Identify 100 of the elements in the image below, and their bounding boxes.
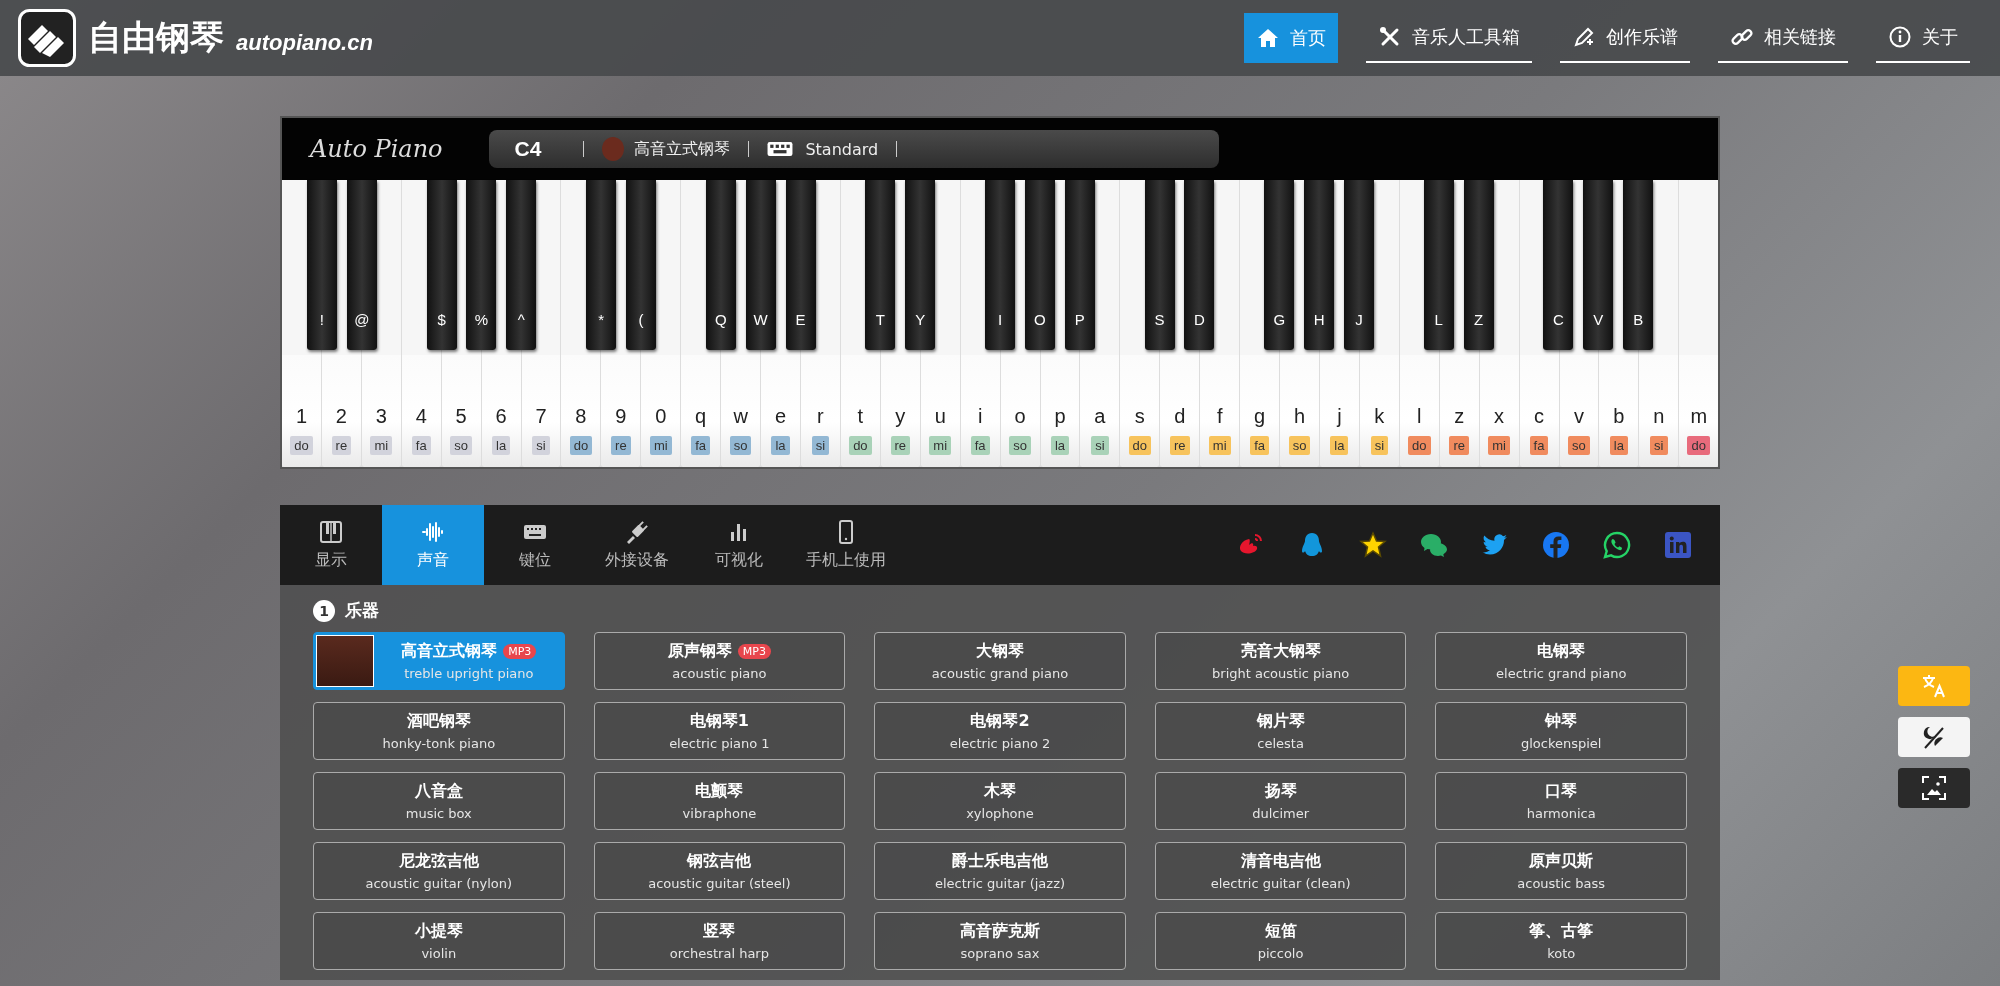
natural-key[interactable]: o so bbox=[1000, 355, 1040, 467]
sharp-key[interactable]: D bbox=[1184, 180, 1215, 350]
natural-key[interactable]: b la bbox=[1599, 355, 1639, 467]
natural-key[interactable]: 8 do bbox=[561, 355, 601, 467]
natural-key[interactable]: r si bbox=[801, 355, 840, 467]
tab[interactable]: 键位 bbox=[484, 505, 586, 585]
instrument-option[interactable]: 大钢琴 acoustic grand piano bbox=[874, 632, 1126, 690]
natural-key[interactable]: 9 re bbox=[601, 355, 641, 467]
natural-key[interactable]: u mi bbox=[920, 355, 960, 467]
sharp-key[interactable]: L bbox=[1423, 180, 1454, 350]
instrument-option[interactable]: 高音萨克斯 soprano sax bbox=[874, 912, 1126, 970]
sharp-key[interactable]: O bbox=[1024, 180, 1055, 350]
natural-key[interactable]: k si bbox=[1359, 355, 1399, 467]
instrument-option[interactable]: 钢片琴 celesta bbox=[1154, 702, 1407, 760]
instrument-option[interactable]: 酒吧钢琴 honky-tonk piano bbox=[313, 702, 565, 760]
sharp-key[interactable]: $ bbox=[426, 180, 457, 350]
instrument-option[interactable]: 短笛 piccolo bbox=[1154, 912, 1407, 970]
instrument-option[interactable]: 八音盒 music box bbox=[313, 772, 565, 830]
nav-link[interactable]: 音乐人工具箱 bbox=[1366, 13, 1532, 63]
sharp-key[interactable]: T bbox=[865, 180, 896, 350]
sharp-key[interactable]: Z bbox=[1463, 180, 1494, 350]
sharp-key[interactable]: C bbox=[1543, 180, 1574, 350]
sharp-key[interactable]: Y bbox=[905, 180, 936, 350]
natural-key[interactable]: y re bbox=[880, 355, 920, 467]
natural-key[interactable]: f mi bbox=[1200, 355, 1240, 467]
star-icon[interactable] bbox=[1359, 531, 1387, 559]
tab[interactable]: 手机上使用 bbox=[790, 505, 902, 585]
chat-bubbles-icon[interactable] bbox=[1420, 531, 1448, 559]
natural-key[interactable]: 2 re bbox=[321, 355, 361, 467]
natural-key[interactable]: j la bbox=[1319, 355, 1359, 467]
natural-key[interactable]: 6 la bbox=[481, 355, 521, 467]
natural-key[interactable]: c fa bbox=[1519, 355, 1559, 467]
natural-key[interactable]: 5 so bbox=[441, 355, 481, 467]
sharp-key[interactable]: V bbox=[1583, 180, 1614, 350]
natural-key[interactable]: x mi bbox=[1479, 355, 1519, 467]
instrument-option[interactable]: 电钢琴2 electric piano 2 bbox=[874, 702, 1126, 760]
instrument-option[interactable]: 爵士乐电吉他 electric guitar (jazz) bbox=[874, 842, 1126, 900]
instrument-option[interactable]: 钟琴 glockenspiel bbox=[1435, 702, 1687, 760]
instrument-option[interactable]: 原声贝斯 acoustic bass bbox=[1435, 842, 1687, 900]
natural-key[interactable]: m do bbox=[1679, 355, 1719, 467]
instrument-option[interactable]: 竖琴 orchestral harp bbox=[593, 912, 846, 970]
natural-key[interactable]: t do bbox=[840, 355, 880, 467]
sharp-key[interactable]: H bbox=[1304, 180, 1335, 350]
instrument-option[interactable]: 钢弦吉他 acoustic guitar (steel) bbox=[593, 842, 846, 900]
sharp-key[interactable]: % bbox=[466, 180, 497, 350]
instrument-option[interactable]: 电钢琴1 electric piano 1 bbox=[593, 702, 846, 760]
instrument-option[interactable]: 扬琴 dulcimer bbox=[1154, 772, 1407, 830]
tab[interactable]: 可视化 bbox=[688, 505, 790, 585]
natural-key[interactable]: 4 fa bbox=[401, 355, 441, 467]
natural-key[interactable]: e la bbox=[761, 355, 800, 467]
nav-link[interactable]: 相关链接 bbox=[1718, 13, 1848, 63]
sharp-key[interactable]: * bbox=[586, 180, 617, 350]
natural-key[interactable]: p la bbox=[1040, 355, 1080, 467]
natural-key[interactable]: a si bbox=[1080, 355, 1120, 467]
sharp-key[interactable]: I bbox=[985, 180, 1015, 350]
tab[interactable]: 外接设备 bbox=[586, 505, 688, 585]
sharp-key[interactable]: ^ bbox=[506, 180, 537, 350]
theme-toggle-button[interactable] bbox=[1898, 717, 1970, 757]
sharp-key[interactable]: J bbox=[1344, 180, 1374, 350]
natural-key[interactable]: n si bbox=[1639, 355, 1679, 467]
tab[interactable]: 显示 bbox=[280, 505, 382, 585]
sharp-key[interactable]: Q bbox=[705, 180, 736, 350]
natural-key[interactable]: 3 mi bbox=[361, 355, 401, 467]
natural-key[interactable]: l do bbox=[1399, 355, 1439, 467]
nav-link[interactable]: 创作乐谱 bbox=[1560, 13, 1690, 63]
nav-link[interactable]: 关于 bbox=[1876, 13, 1970, 63]
natural-key[interactable]: i fa bbox=[960, 355, 1000, 467]
instrument-option[interactable]: 筝、古筝 koto bbox=[1435, 912, 1687, 970]
phone-bubble-icon[interactable] bbox=[1603, 531, 1631, 559]
sharp-key[interactable]: E bbox=[785, 180, 816, 350]
natural-key[interactable]: g fa bbox=[1240, 355, 1280, 467]
instrument-option[interactable]: 高音立式钢琴 MP3 treble upright piano bbox=[313, 632, 565, 690]
instrument-option[interactable]: 电钢琴 electric grand piano bbox=[1435, 632, 1687, 690]
natural-key[interactable]: d re bbox=[1160, 355, 1200, 467]
sharp-key[interactable]: S bbox=[1144, 180, 1175, 350]
in-square-icon[interactable] bbox=[1664, 531, 1692, 559]
natural-key[interactable]: h so bbox=[1280, 355, 1319, 467]
instrument-option[interactable]: 电颤琴 vibraphone bbox=[593, 772, 846, 830]
natural-key[interactable]: q fa bbox=[681, 355, 721, 467]
sharp-key[interactable]: ! bbox=[306, 180, 337, 350]
natural-key[interactable]: 7 si bbox=[521, 355, 561, 467]
sharp-key[interactable]: W bbox=[745, 180, 776, 350]
natural-key[interactable]: 1 do bbox=[282, 355, 321, 467]
instrument-option[interactable]: 清音电吉他 electric guitar (clean) bbox=[1154, 842, 1407, 900]
sharp-key[interactable]: G bbox=[1264, 180, 1295, 350]
natural-key[interactable]: z re bbox=[1439, 355, 1479, 467]
f-circle-icon[interactable] bbox=[1542, 531, 1570, 559]
instrument-option[interactable]: 木琴 xylophone bbox=[874, 772, 1126, 830]
instrument-option[interactable]: 亮音大钢琴 bright acoustic piano bbox=[1154, 632, 1407, 690]
natural-key[interactable]: w so bbox=[721, 355, 761, 467]
screenshot-button[interactable] bbox=[1898, 768, 1970, 808]
sharp-key[interactable]: P bbox=[1064, 180, 1095, 350]
sharp-key[interactable]: B bbox=[1623, 180, 1654, 350]
sharp-key[interactable]: ( bbox=[626, 180, 656, 350]
instrument-option[interactable]: 小提琴 violin bbox=[313, 912, 565, 970]
natural-key[interactable]: 0 mi bbox=[641, 355, 681, 467]
instrument-option[interactable]: 尼龙弦吉他 acoustic guitar (nylon) bbox=[313, 842, 565, 900]
sharp-key[interactable]: @ bbox=[346, 180, 377, 350]
instrument-option[interactable]: 口琴 harmonica bbox=[1435, 772, 1687, 830]
natural-key[interactable]: v so bbox=[1559, 355, 1599, 467]
